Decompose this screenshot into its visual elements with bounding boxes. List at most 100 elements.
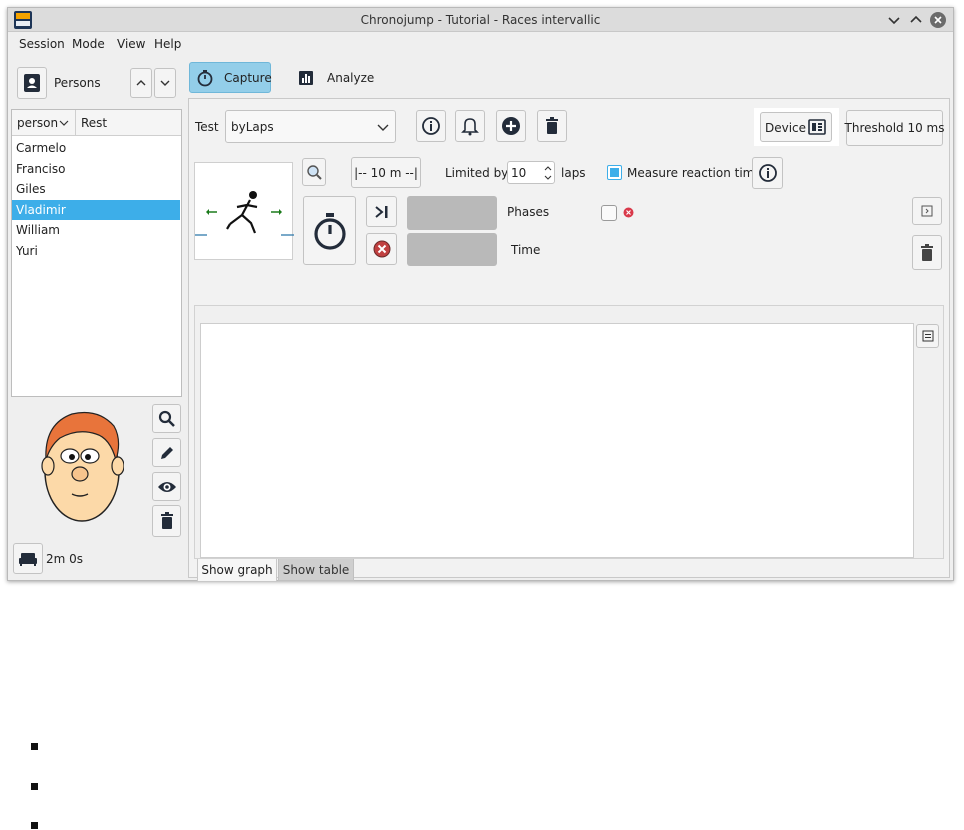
phases-label: Phases xyxy=(507,205,550,219)
rest-button[interactable] xyxy=(13,543,43,574)
limit-unit: laps xyxy=(561,166,586,180)
trash-icon xyxy=(160,512,173,529)
sofa-icon xyxy=(19,552,37,566)
time-display xyxy=(407,233,497,266)
app-window: Chronojump - Tutorial - Races intervalli… xyxy=(7,7,954,582)
view-person-button[interactable] xyxy=(152,472,181,501)
persons-list: person Rest Carmelo Franciso Giles Vladi… xyxy=(11,109,182,397)
stopwatch-icon xyxy=(313,212,346,250)
test-select[interactable]: byLaps xyxy=(225,110,396,143)
phases-display xyxy=(407,196,497,230)
tab-show-graph-label: Show graph xyxy=(201,563,273,577)
capture-panel: Test byLaps Device Threshold 10 ms |-- 1… xyxy=(188,98,950,582)
cancel-button[interactable] xyxy=(366,233,397,265)
expand-panel-button[interactable] xyxy=(912,197,942,225)
list-item[interactable]: William xyxy=(12,220,180,240)
persons-label: Persons xyxy=(54,76,101,90)
tab-analyze[interactable]: Analyze xyxy=(291,62,375,93)
menu-mode[interactable]: Mode xyxy=(72,32,105,56)
spin-arrows-icon[interactable] xyxy=(544,164,552,182)
reaction-checkbox[interactable] xyxy=(607,165,622,180)
list-header: person Rest xyxy=(12,110,181,136)
trash-icon xyxy=(546,117,558,134)
window-title: Chronojump - Tutorial - Races intervalli… xyxy=(360,13,601,27)
chevron-up-icon xyxy=(136,80,146,86)
device-label: Device xyxy=(765,121,807,135)
delete-results-button[interactable] xyxy=(912,235,942,270)
race-image xyxy=(194,162,294,260)
menu-session[interactable]: Session xyxy=(19,32,65,56)
add-test-button[interactable] xyxy=(496,110,526,142)
edit-person-button[interactable] xyxy=(152,438,181,467)
device-button[interactable]: Device xyxy=(760,112,832,142)
bullet-marker xyxy=(31,783,38,790)
skip-end-icon xyxy=(374,205,387,218)
tab-capture-label: Capture xyxy=(224,71,272,85)
info-icon xyxy=(758,164,777,182)
tab-analyze-label: Analyze xyxy=(327,71,375,85)
zoom-image-button[interactable] xyxy=(302,158,326,186)
bar-chart-icon xyxy=(299,71,313,85)
minimize-chevron-icon[interactable] xyxy=(886,12,902,28)
reaction-info-button[interactable] xyxy=(752,157,783,189)
person-up-button[interactable] xyxy=(130,68,152,98)
distance-label: |-- 10 m --| xyxy=(354,165,418,180)
test-info-button[interactable] xyxy=(416,110,446,142)
list-item[interactable]: Giles xyxy=(12,179,180,199)
menu-help[interactable]: Help xyxy=(154,32,181,56)
persons-icon-button[interactable] xyxy=(17,67,47,99)
test-select-value: byLaps xyxy=(231,120,274,134)
start-test-button[interactable] xyxy=(303,196,356,265)
column-rest[interactable]: Rest xyxy=(81,116,107,130)
limited-by-label: Limited by xyxy=(445,166,509,180)
bell-button[interactable] xyxy=(455,110,485,142)
close-window-icon[interactable] xyxy=(929,11,947,29)
search-icon xyxy=(158,410,175,427)
list-item-selected[interactable]: Vladimir xyxy=(12,200,180,220)
trash-icon xyxy=(921,243,933,261)
panel-expand-icon xyxy=(921,205,933,217)
eye-icon xyxy=(157,481,176,492)
list-item[interactable]: Yuri xyxy=(12,241,180,261)
delete-person-button[interactable] xyxy=(152,505,181,537)
tab-show-table[interactable]: Show table xyxy=(278,559,354,581)
column-divider xyxy=(75,110,76,136)
phases-checkbox[interactable] xyxy=(601,205,617,221)
bullet-marker xyxy=(31,822,38,829)
menu-view[interactable]: View xyxy=(117,32,145,56)
time-label: Time xyxy=(511,243,541,257)
chevron-down-icon xyxy=(160,80,170,86)
chevron-down-icon xyxy=(377,124,389,131)
avatar xyxy=(38,408,125,530)
reaction-label: Measure reaction time xyxy=(627,166,762,180)
plus-circle-icon xyxy=(502,117,520,135)
info-icon xyxy=(422,117,440,135)
list-item[interactable]: Carmelo xyxy=(12,138,180,158)
limit-value: 10 xyxy=(511,166,527,180)
tab-show-graph[interactable]: Show graph xyxy=(197,559,277,582)
column-person[interactable]: person xyxy=(17,116,58,130)
list-item[interactable]: Franciso xyxy=(12,159,180,179)
bell-icon xyxy=(461,118,479,136)
threshold-label: Threshold 10 ms xyxy=(844,121,945,135)
person-down-button[interactable] xyxy=(154,68,176,98)
title-bar: Chronojump - Tutorial - Races intervalli… xyxy=(8,8,953,32)
zoom-icon xyxy=(307,165,322,180)
table-view-button[interactable] xyxy=(916,324,939,348)
test-label: Test xyxy=(195,120,219,134)
distance-button[interactable]: |-- 10 m --| xyxy=(351,157,421,188)
stopwatch-icon xyxy=(197,70,213,87)
device-chip-icon xyxy=(808,119,826,135)
search-person-button[interactable] xyxy=(152,404,181,433)
threshold-button[interactable]: Threshold 10 ms xyxy=(844,110,945,146)
table-icon xyxy=(922,330,933,342)
pencil-icon xyxy=(160,446,173,459)
menu-bar: Session Mode View Help xyxy=(8,32,953,56)
tab-show-table-label: Show table xyxy=(282,562,350,577)
delete-test-button[interactable] xyxy=(537,110,567,142)
maximize-chevron-icon[interactable] xyxy=(908,12,924,28)
finish-button[interactable] xyxy=(366,196,397,227)
limit-spinbox[interactable]: 10 xyxy=(507,161,555,184)
tab-capture[interactable]: Capture xyxy=(189,62,272,93)
sort-chevron-icon xyxy=(59,120,69,126)
